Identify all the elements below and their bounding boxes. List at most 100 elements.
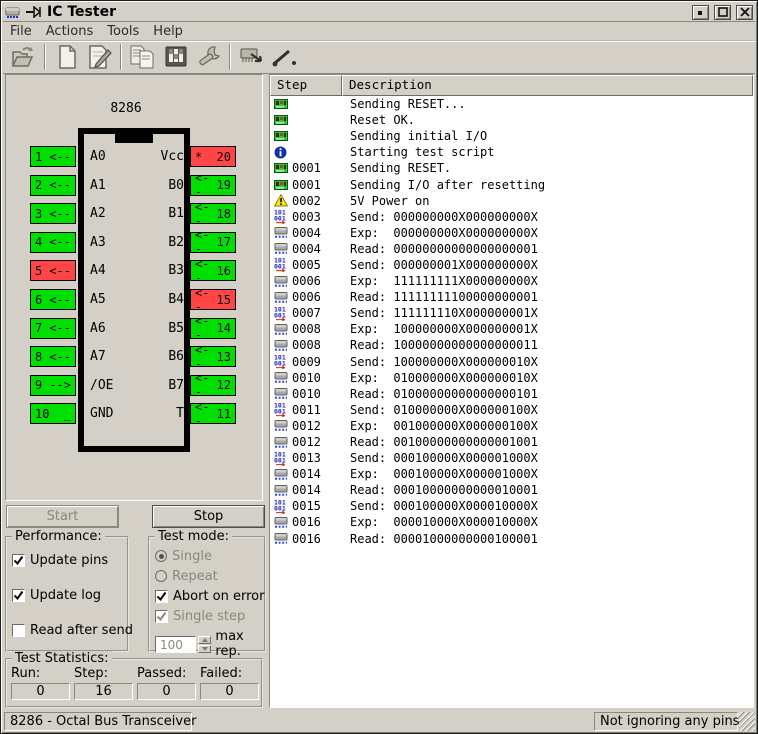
board-icon [274, 130, 289, 142]
log-step: 0011 [292, 403, 344, 417]
maximize-button[interactable] [714, 5, 731, 20]
log-row[interactable]: 0012Read: 00100000000000001001 [270, 434, 753, 450]
pin-number: <-- [195, 371, 217, 399]
dip-switch-button[interactable] [159, 43, 192, 71]
menu-tools[interactable]: Tools [100, 23, 146, 40]
pin-7[interactable]: 7<-- [30, 318, 76, 339]
checkbox-update-pins[interactable] [12, 554, 25, 567]
menu-actions[interactable]: Actions [39, 23, 101, 40]
pin-20[interactable]: *20 [190, 146, 236, 167]
stop-button[interactable]: Stop [152, 505, 265, 528]
minimize-button[interactable] [692, 5, 709, 20]
menu-file[interactable]: File [3, 23, 39, 40]
log-row[interactable]: Sending initial I/O [270, 128, 753, 144]
checkbox-read-after-send[interactable] [12, 624, 25, 637]
log-row[interactable]: 0006Read: 11111111100000000001 [270, 289, 753, 305]
log-row[interactable]: 1010010013Send: 000100000X000001000X [270, 450, 753, 466]
log-step: 0004 [292, 226, 344, 240]
checkbox-abort-on-error[interactable] [155, 590, 168, 603]
log-description: Read: 00000000000000000001 [344, 242, 538, 256]
radio-dot [159, 554, 164, 559]
pin-11[interactable]: <--11 [190, 403, 236, 424]
pin-3[interactable]: 3<-- [30, 203, 76, 224]
log-row[interactable]: Reset OK. [270, 112, 753, 128]
log-row[interactable]: 0008Exp: 100000000X000000001X [270, 321, 753, 337]
spin-up-button[interactable] [198, 636, 211, 644]
log-row[interactable]: 0001Sending RESET. [270, 160, 753, 176]
log-row[interactable]: 00025V Power on [270, 193, 753, 209]
log-row[interactable]: Sending RESET... [270, 96, 753, 112]
pin-16[interactable]: <--16 [190, 260, 236, 281]
window-pin-icon[interactable] [26, 6, 42, 18]
log-row[interactable]: 0001Sending I/O after resetting [270, 176, 753, 192]
pin-14[interactable]: <--14 [190, 318, 236, 339]
log-row[interactable]: 1010010005Send: 000000001X000000000X [270, 257, 753, 273]
radio-single[interactable] [155, 550, 167, 562]
probe-button[interactable] [268, 43, 301, 71]
send-icon: 101001 [274, 499, 289, 514]
max-rep-input[interactable]: 100 [155, 636, 196, 653]
start-button[interactable]: Start [6, 505, 119, 528]
pin-19[interactable]: <--19 [190, 175, 236, 196]
pin-4[interactable]: 4<-- [30, 232, 76, 253]
log-column-step[interactable]: Step [270, 75, 342, 96]
performance-body: Update pinsUpdate logRead after send [7, 538, 127, 650]
log-row[interactable]: 0014Read: 00010000000000010001 [270, 482, 753, 498]
log-row[interactable]: 0004Read: 00000000000000000001 [270, 241, 753, 257]
log-row[interactable]: 0004Exp: 000000000X000000000X [270, 225, 753, 241]
svg-text:001: 001 [274, 504, 286, 512]
checkbox-label-read-after-send: Read after send [30, 623, 133, 638]
edit-button[interactable] [83, 43, 116, 71]
log-row[interactable]: 0010Exp: 010000000X000000010X [270, 370, 753, 386]
pin-1[interactable]: 1<-- [30, 146, 76, 167]
log-description: Send: 000000001X000000000X [344, 258, 538, 272]
open-button[interactable] [7, 43, 40, 71]
pin-8[interactable]: 8<-- [30, 346, 76, 367]
checkbox-single-step[interactable] [155, 610, 168, 623]
pin-9[interactable]: 9--> [30, 375, 76, 396]
pin-12[interactable]: <--12 [190, 375, 236, 396]
checkbox-update-log[interactable] [12, 589, 25, 602]
log-row[interactable]: 0016Exp: 000010000X000010000X [270, 514, 753, 530]
log-row[interactable]: 0012Exp: 001000000X000000100X [270, 418, 753, 434]
log-row[interactable]: 0014Exp: 000100000X000001000X [270, 466, 753, 482]
pin-13[interactable]: <--13 [190, 346, 236, 367]
copy-button[interactable] [126, 43, 159, 71]
new-button[interactable] [50, 43, 83, 71]
pin-10[interactable]: 10_ [30, 403, 76, 424]
pin-2[interactable]: 2<-- [30, 175, 76, 196]
pin-number: 10 [35, 407, 49, 421]
log-row[interactable]: 0006Exp: 111111111X000000000X [270, 273, 753, 289]
log-step: 0015 [292, 499, 344, 513]
pin-17[interactable]: <--17 [190, 232, 236, 253]
log-row[interactable]: 1010010003Send: 000000000X000000000X [270, 209, 753, 225]
pin-6[interactable]: 6<-- [30, 289, 76, 310]
log-row[interactable]: 0008Read: 10000000000000000011 [270, 337, 753, 353]
checkbox-row-single-step: Single step [155, 606, 260, 626]
spin-down-button[interactable] [198, 645, 211, 653]
run-test-button[interactable] [235, 43, 268, 71]
log-description: Exp: 010000000X000000010X [344, 371, 538, 385]
log-row[interactable]: Starting test script [270, 144, 753, 160]
log-row[interactable]: 1010010015Send: 000100000X000010000X [270, 498, 753, 514]
log-row[interactable]: 0010Read: 01000000000000000101 [270, 386, 753, 402]
log-row[interactable]: 0016Read: 00001000000000100001 [270, 531, 753, 547]
svg-text:001: 001 [274, 215, 286, 223]
log-row[interactable]: 1010010009Send: 100000000X000000010X [270, 354, 753, 370]
resize-grip[interactable] [739, 712, 755, 731]
wrench-button[interactable] [192, 43, 225, 71]
log-row[interactable]: 1010010011Send: 010000000X000000100X [270, 402, 753, 418]
pin-18[interactable]: <--18 [190, 203, 236, 224]
close-button[interactable] [736, 5, 753, 20]
pin-5[interactable]: 5<-- [30, 260, 76, 281]
log-column-description[interactable]: Description [342, 75, 753, 96]
pin-15[interactable]: <--15 [190, 289, 236, 310]
pin-direction-arrow: 12 [217, 378, 231, 392]
log-body[interactable]: Sending RESET...Reset OK.Sending initial… [270, 96, 753, 707]
title-bar[interactable]: IC Tester [3, 3, 755, 22]
chip-icon [274, 226, 289, 239]
menu-help[interactable]: Help [146, 23, 190, 40]
log-row[interactable]: 1010010007Send: 111111110X000000001X [270, 305, 753, 321]
checkbox-row-update-pins: Update pins [12, 551, 123, 570]
radio-repeat[interactable] [155, 570, 167, 582]
